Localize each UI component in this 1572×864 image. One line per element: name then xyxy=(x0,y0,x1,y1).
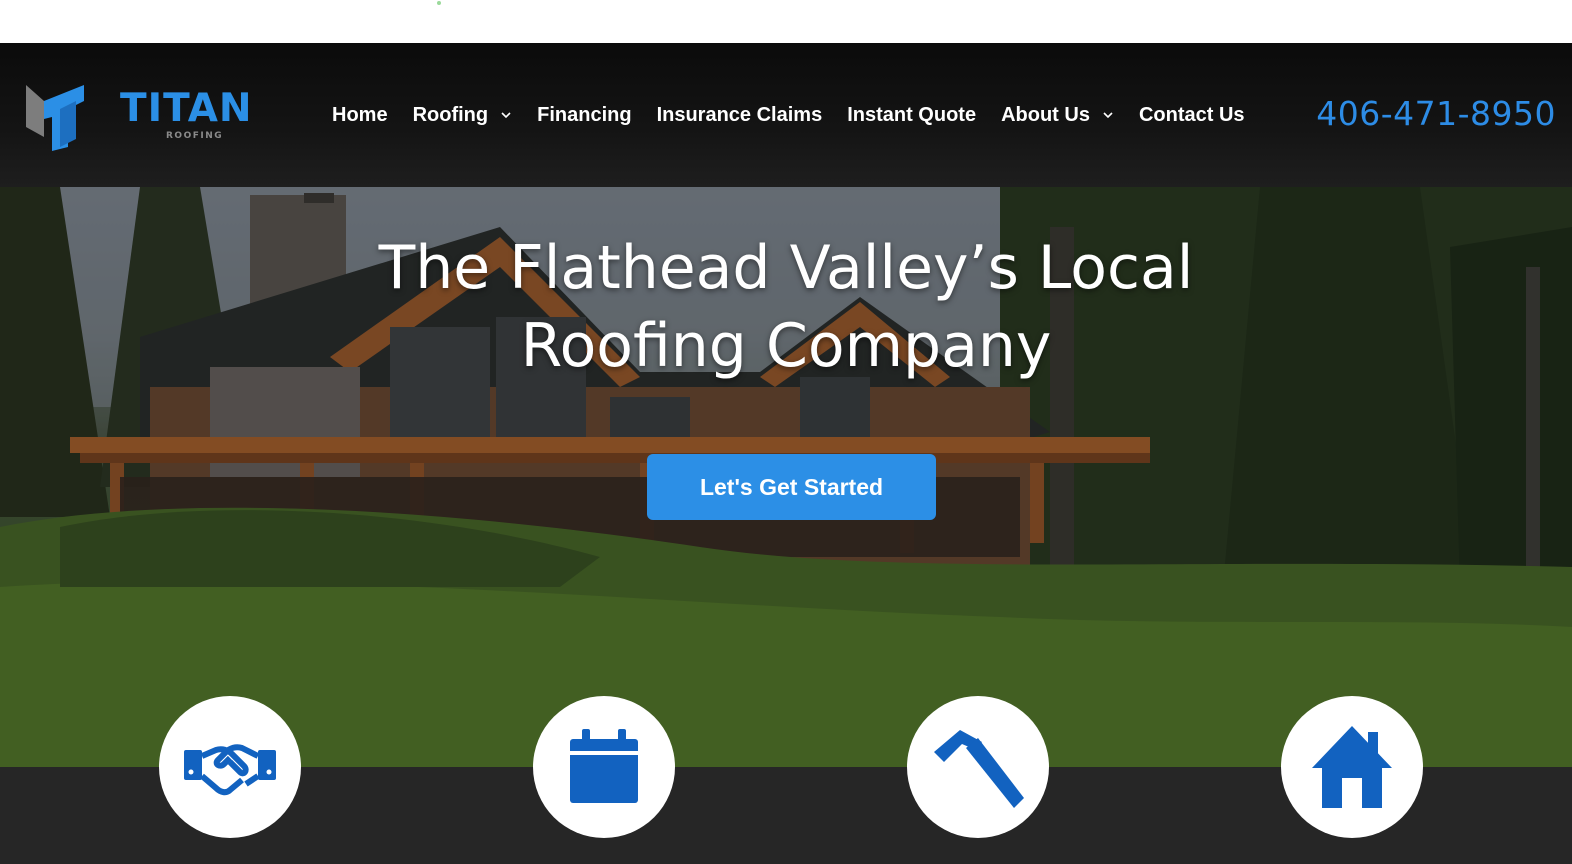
phone-link[interactable]: 406-471-8950 xyxy=(1316,94,1556,133)
nav-item-label: About Us xyxy=(1001,103,1090,126)
chevron-down-icon xyxy=(501,112,511,119)
logo-tagline: ROOFING xyxy=(166,131,224,141)
titan-t-logo-icon xyxy=(26,85,84,151)
nav-item-instant-quote[interactable]: Instant Quote xyxy=(847,104,976,127)
feature-handshake[interactable] xyxy=(159,696,301,838)
site-logo[interactable]: TITAN ROOFING xyxy=(24,79,254,151)
hero-title: The Flathead Valley’s Local Roofing Comp… xyxy=(286,229,1286,385)
nav-item-label: Financing xyxy=(537,103,632,126)
logo-wordmark: TITAN xyxy=(120,86,253,131)
feature-hammer[interactable] xyxy=(907,696,1049,838)
site-header: TITAN ROOFING Home Roofing Financing Ins… xyxy=(0,43,1572,187)
feature-house[interactable] xyxy=(1281,696,1423,838)
hero-section: The Flathead Valley’s Local Roofing Comp… xyxy=(0,187,1572,767)
hammer-icon xyxy=(934,730,1024,808)
nav-item-label: Insurance Claims xyxy=(656,103,823,126)
nav-item-label: Instant Quote xyxy=(847,103,977,126)
chevron-down-icon xyxy=(1103,112,1113,119)
nav-item-roofing[interactable]: Roofing xyxy=(413,104,513,127)
calendar-icon xyxy=(570,729,638,803)
main-nav: Home Roofing Financing Insurance Claims … xyxy=(332,103,1270,127)
top-white-strip xyxy=(0,0,1572,43)
nav-item-label: Contact Us xyxy=(1138,103,1245,126)
house-icon xyxy=(1312,726,1392,808)
nav-item-label: Roofing xyxy=(412,103,489,126)
get-started-button[interactable]: Let's Get Started xyxy=(647,454,936,520)
decorative-dot xyxy=(437,1,441,5)
nav-item-home[interactable]: Home xyxy=(332,104,388,127)
feature-calendar[interactable] xyxy=(533,696,675,838)
nav-item-contact-us[interactable]: Contact Us xyxy=(1139,104,1245,127)
nav-item-insurance-claims[interactable]: Insurance Claims xyxy=(657,104,823,127)
nav-item-label: Home xyxy=(332,103,388,126)
hero-title-line-1: The Flathead Valley’s Local xyxy=(378,233,1194,303)
hero-title-line-2: Roofing Company xyxy=(520,311,1052,381)
handshake-icon xyxy=(184,744,276,796)
nav-item-about-us[interactable]: About Us xyxy=(1001,104,1114,127)
nav-item-financing[interactable]: Financing xyxy=(537,104,631,127)
